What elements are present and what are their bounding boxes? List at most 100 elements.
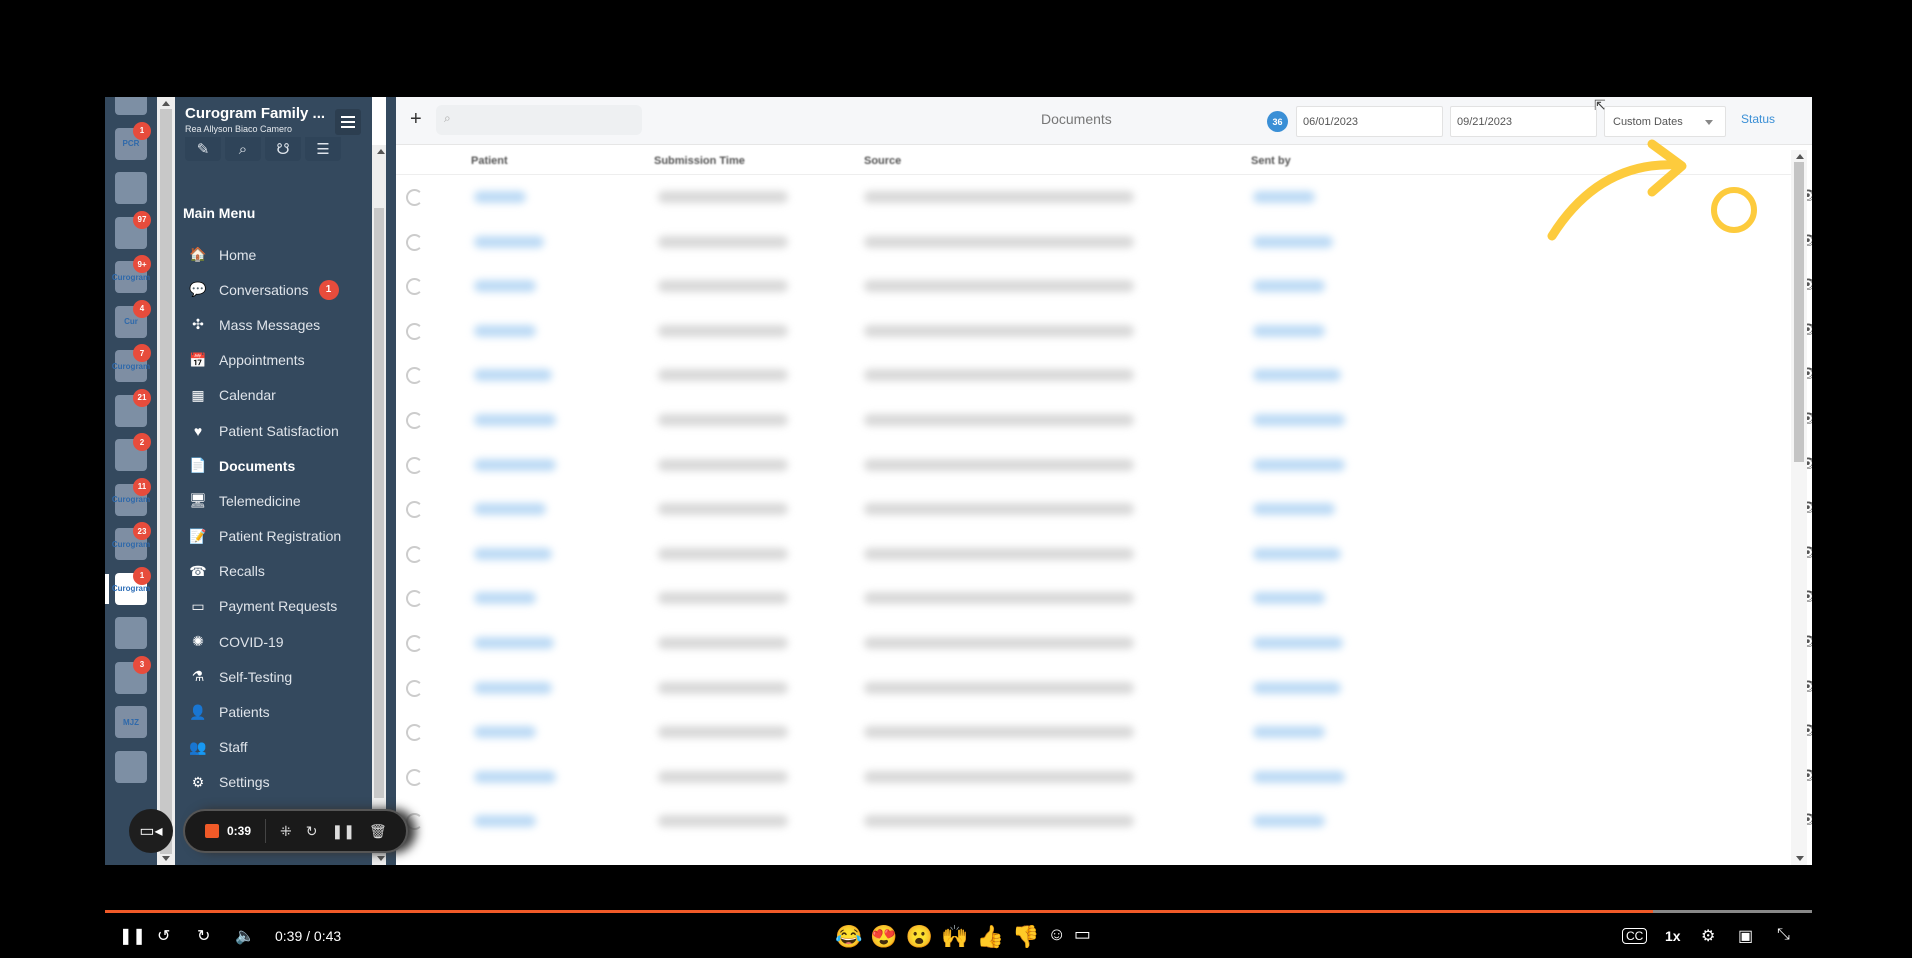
- drag-handle-icon[interactable]: ⁜: [280, 823, 292, 840]
- search-input[interactable]: [436, 105, 642, 135]
- patient-name-link[interactable]: [474, 726, 536, 739]
- table-row[interactable]: 👁⇩···: [396, 532, 1812, 577]
- patient-name-link[interactable]: [474, 369, 552, 382]
- comment-icon[interactable]: ▭: [1074, 924, 1091, 950]
- scroll-up-arrow[interactable]: [162, 101, 170, 106]
- column-header-patient[interactable]: Patient: [471, 155, 508, 167]
- row-select-radio[interactable]: [406, 724, 423, 742]
- sent-by-link[interactable]: [1253, 503, 1335, 516]
- app-column-scrollbar[interactable]: [157, 97, 175, 865]
- camera-toggle-icon[interactable]: ▭◂: [129, 809, 173, 853]
- scroll-down-arrow[interactable]: [1796, 856, 1804, 861]
- sidebar-item-documents[interactable]: 📄 Documents: [185, 448, 365, 483]
- sidebar-item-calendar[interactable]: ▦ Calendar: [185, 378, 365, 413]
- row-select-radio[interactable]: [406, 278, 423, 296]
- patient-name-link[interactable]: [474, 770, 556, 783]
- compose-icon[interactable]: ✎: [185, 137, 221, 161]
- table-row[interactable]: 👁⇩···: [396, 353, 1812, 398]
- row-select-radio[interactable]: [406, 634, 423, 652]
- sent-by-link[interactable]: [1253, 235, 1333, 248]
- table-row[interactable]: 👁⇩···: [396, 175, 1812, 220]
- sent-by-link[interactable]: [1253, 369, 1341, 382]
- sent-by-link[interactable]: [1253, 681, 1341, 694]
- row-select-radio[interactable]: [406, 545, 423, 563]
- reaction-emoji[interactable]: 👍: [977, 924, 1004, 950]
- sent-by-link[interactable]: [1253, 547, 1341, 560]
- scrollbar-thumb[interactable]: [160, 109, 172, 854]
- sidebar-item-staff[interactable]: 👥 Staff: [185, 730, 365, 765]
- sent-by-link[interactable]: [1253, 324, 1325, 337]
- sidebar-item-patient-satisfaction[interactable]: ♥ Patient Satisfaction: [185, 413, 365, 448]
- column-header-source[interactable]: Source: [864, 155, 901, 167]
- scroll-down-arrow[interactable]: [377, 856, 385, 861]
- table-row[interactable]: 👁⇩···: [396, 621, 1812, 666]
- row-select-radio[interactable]: [406, 768, 423, 786]
- row-select-radio[interactable]: [406, 590, 423, 608]
- patient-name-link[interactable]: [474, 235, 544, 248]
- reaction-emoji[interactable]: 😍: [870, 924, 897, 950]
- video-progress-bar[interactable]: [105, 910, 1812, 913]
- settings-gear-icon[interactable]: ⚙: [1701, 926, 1715, 946]
- table-row[interactable]: 👁⇩···: [396, 710, 1812, 755]
- sent-by-link[interactable]: [1253, 458, 1345, 471]
- patient-name-link[interactable]: [474, 413, 556, 426]
- filters-icon[interactable]: ☰: [305, 137, 341, 161]
- sidebar-item-conversations[interactable]: 💬 Conversations 1: [185, 272, 365, 307]
- app-tile[interactable]: [115, 97, 147, 115]
- app-tile[interactable]: [115, 750, 147, 783]
- org-name[interactable]: Curogram Family ...: [185, 105, 325, 122]
- app-tile[interactable]: MJZ: [115, 706, 147, 738]
- reaction-emoji[interactable]: 😂: [835, 924, 862, 950]
- scroll-down-arrow[interactable]: [162, 856, 170, 861]
- picture-in-picture-icon[interactable]: ▣: [1738, 926, 1753, 946]
- stop-recording-button[interactable]: [205, 824, 219, 838]
- column-header-sent-by[interactable]: Sent by: [1251, 155, 1291, 167]
- sidebar-scrollbar[interactable]: [372, 145, 386, 865]
- row-select-radio[interactable]: [406, 456, 423, 474]
- pause-icon[interactable]: ❚❚: [119, 926, 146, 946]
- sent-by-link[interactable]: [1253, 191, 1315, 203]
- patient-name-link[interactable]: [474, 547, 552, 560]
- scrollbar-thumb[interactable]: [374, 208, 384, 798]
- patient-name-link[interactable]: [474, 592, 536, 605]
- sidebar-item-home[interactable]: 🏠 Home: [185, 237, 365, 272]
- sent-by-link[interactable]: [1253, 413, 1345, 426]
- add-reaction-icon[interactable]: ☺: [1047, 924, 1065, 950]
- rewind-5-icon[interactable]: ↺: [157, 926, 170, 946]
- stethoscope-icon[interactable]: ☋: [265, 137, 301, 161]
- volume-icon[interactable]: 🔈: [235, 926, 255, 946]
- end-date-field[interactable]: [1450, 106, 1597, 137]
- row-select-radio[interactable]: [406, 411, 423, 429]
- reaction-emoji[interactable]: 👎: [1012, 924, 1039, 950]
- table-row[interactable]: 👁⇩···: [396, 755, 1812, 800]
- row-select-radio[interactable]: [406, 233, 423, 251]
- sidebar-item-patient-registration[interactable]: 📝 Patient Registration: [185, 519, 365, 554]
- sent-by-link[interactable]: [1253, 592, 1325, 605]
- row-select-radio[interactable]: [406, 189, 423, 206]
- table-row[interactable]: 👁⇩···: [396, 576, 1812, 621]
- add-document-button[interactable]: +: [410, 108, 422, 131]
- table-row[interactable]: 👁⇩···: [396, 443, 1812, 488]
- scroll-up-arrow[interactable]: [377, 149, 385, 154]
- date-range-select[interactable]: Custom Dates: [1604, 106, 1726, 137]
- sidebar-item-telemedicine[interactable]: 🖥 Telemedicine: [185, 483, 365, 518]
- sidebar-item-payment-requests[interactable]: ▭ Payment Requests: [185, 589, 365, 624]
- patient-name-link[interactable]: [474, 324, 536, 337]
- patient-name-link[interactable]: [474, 681, 552, 694]
- table-row[interactable]: 👁⇩···: [396, 799, 1812, 844]
- row-select-radio[interactable]: [406, 322, 423, 340]
- scroll-up-arrow[interactable]: [1796, 154, 1804, 159]
- patient-name-link[interactable]: [474, 636, 554, 649]
- patient-name-link[interactable]: [474, 280, 536, 293]
- table-scrollbar[interactable]: [1791, 150, 1807, 865]
- status-filter-link[interactable]: Status: [1741, 112, 1775, 126]
- table-row[interactable]: 👁⇩···: [396, 220, 1812, 265]
- app-tile[interactable]: [115, 617, 147, 649]
- playback-speed-button[interactable]: 1x: [1665, 928, 1681, 944]
- hamburger-menu-button[interactable]: [335, 109, 361, 135]
- patient-name-link[interactable]: [474, 815, 536, 828]
- captions-icon[interactable]: CC: [1622, 928, 1648, 944]
- patient-name-link[interactable]: [474, 458, 556, 471]
- table-row[interactable]: 👁⇩···: [396, 264, 1812, 309]
- patient-name-link[interactable]: [474, 191, 526, 203]
